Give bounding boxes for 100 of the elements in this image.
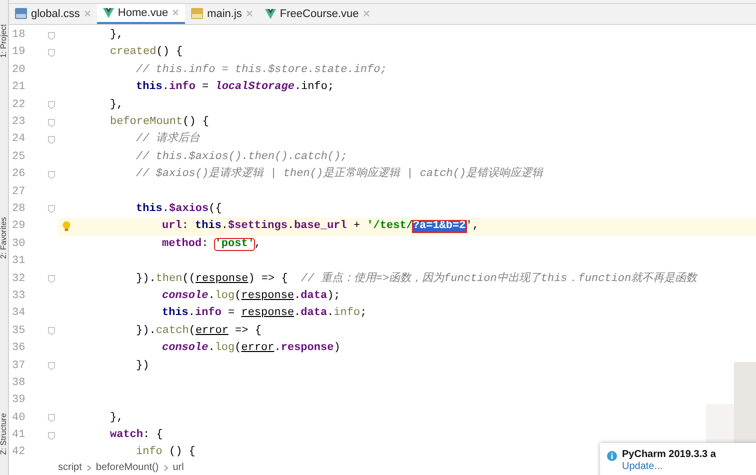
line-number: 19	[11, 47, 26, 58]
code-text: =	[201, 82, 210, 94]
code-comment: // 重点：使用=>函数，因为function中出现了this．function就不再是函数	[301, 274, 698, 285]
code-text: ) => {	[248, 274, 289, 285]
code-text: .	[294, 290, 301, 302]
tab-label: Home.vue	[118, 6, 168, 21]
fold-marker-icon[interactable]	[48, 32, 55, 40]
parameter-name: error	[241, 343, 274, 354]
code-text: );	[327, 290, 340, 302]
close-icon[interactable]	[172, 9, 180, 16]
line-number: 27	[11, 186, 26, 198]
code-text: .	[294, 308, 301, 320]
close-icon[interactable]	[246, 10, 253, 18]
code-text: .	[162, 204, 170, 215]
code-text: .	[208, 290, 215, 302]
vue-file-icon	[264, 8, 276, 19]
string-literal: 'post'	[214, 238, 254, 250]
function-name: log	[214, 290, 235, 302]
tool-window-label[interactable]: Z: Structure	[0, 413, 8, 455]
fold-marker-icon[interactable]	[48, 118, 55, 127]
line-number: 37	[11, 360, 26, 372]
fold-marker-icon[interactable]	[48, 414, 55, 422]
line-number: 18	[11, 30, 26, 42]
fold-marker-icon[interactable]	[48, 170, 55, 179]
selected-text: ?a=1&b=2	[412, 221, 466, 232]
code-comment: // this.$axios().then().catch();	[136, 152, 348, 163]
code-text: }).	[136, 274, 156, 285]
breadcrumb-item[interactable]: script	[58, 463, 82, 474]
line-number: 30	[11, 238, 26, 250]
editor-tab[interactable]: Home.vue	[96, 4, 186, 24]
lightbulb-icon[interactable]	[62, 221, 71, 232]
line-number: 32	[11, 274, 26, 285]
close-icon[interactable]	[84, 10, 91, 18]
code-text: ({	[208, 204, 222, 215]
keyword: this	[195, 221, 222, 232]
property-name: watch	[110, 430, 144, 442]
line-number: 29	[11, 221, 26, 232]
parameter-name: response	[241, 290, 294, 302]
editor-tab[interactable]: global.css	[9, 4, 97, 24]
code-comment: // $axios()是请求逻辑 | then()是正常响应逻辑 | catch()是错误响应逻辑	[136, 169, 544, 180]
code-text: ((	[182, 274, 196, 285]
line-number: 28	[11, 204, 26, 215]
fold-marker-icon[interactable]	[48, 205, 55, 214]
editor-tab[interactable]: main.js	[185, 4, 259, 24]
fold-marker-icon[interactable]	[48, 327, 55, 336]
code-text: .	[188, 308, 196, 320]
code-text: },	[110, 100, 124, 111]
code-text: () {	[168, 447, 196, 458]
notification-title: PyCharm 2019.3.3 a	[622, 450, 716, 460]
line-number: 38	[11, 378, 26, 389]
property-name: url	[162, 221, 182, 232]
tab-label: main.js	[207, 6, 242, 22]
function-name: info	[136, 447, 162, 458]
code-text: .info;	[294, 82, 334, 94]
code-text: ,	[472, 221, 479, 232]
tab-label: global.css	[31, 6, 80, 22]
info-icon	[607, 451, 617, 461]
code-text: (	[234, 343, 242, 354]
property-name: response	[280, 343, 334, 354]
tool-window-label[interactable]: 1: Project	[0, 24, 8, 58]
code-comment: // 请求后台	[136, 134, 200, 146]
code-text: ;	[360, 308, 367, 320]
breadcrumb-item[interactable]: beforeMount()	[96, 463, 159, 474]
function-name: then	[156, 274, 182, 285]
code-text: +	[352, 221, 362, 232]
property-name: data	[300, 308, 328, 320]
fold-marker-icon[interactable]	[48, 432, 55, 440]
property-name: data	[300, 290, 328, 302]
code-text: },	[110, 412, 124, 424]
line-number: 21	[11, 82, 26, 94]
breadcrumb-item[interactable]: url	[172, 463, 184, 474]
code-text: => {	[234, 326, 262, 337]
vue-file-icon	[102, 8, 114, 18]
fold-marker-icon[interactable]	[48, 101, 55, 110]
global-name: console	[162, 290, 208, 302]
fold-marker-icon[interactable]	[48, 275, 55, 284]
editor-tab[interactable]: FreeCourse.vue	[258, 4, 376, 24]
fold-marker-icon[interactable]	[48, 48, 55, 57]
code-text: })	[136, 360, 150, 372]
tool-window-label[interactable]: 2: Favorites	[0, 216, 8, 258]
line-number: 34	[11, 308, 26, 320]
function-name: beforeMount	[110, 117, 183, 128]
parameter-name: response	[241, 308, 294, 320]
code-text: () {	[182, 117, 210, 128]
code-text: .	[208, 343, 215, 354]
line-number: 33	[11, 290, 26, 302]
code-text: () {	[156, 47, 183, 58]
keyword: this	[136, 204, 162, 215]
code-text: )	[334, 343, 340, 354]
fold-marker-icon[interactable]	[48, 362, 55, 370]
code-text: (	[188, 326, 196, 337]
code-text: :	[202, 238, 210, 250]
close-icon[interactable]	[362, 10, 370, 18]
property-name: $axios	[169, 204, 209, 215]
update-link[interactable]: Update...	[622, 462, 716, 472]
code-text: : {	[143, 430, 163, 442]
property-name: base_url	[294, 221, 347, 232]
fold-marker-icon[interactable]	[48, 136, 55, 144]
property-name: info	[169, 82, 196, 94]
keyword: this	[162, 308, 188, 320]
